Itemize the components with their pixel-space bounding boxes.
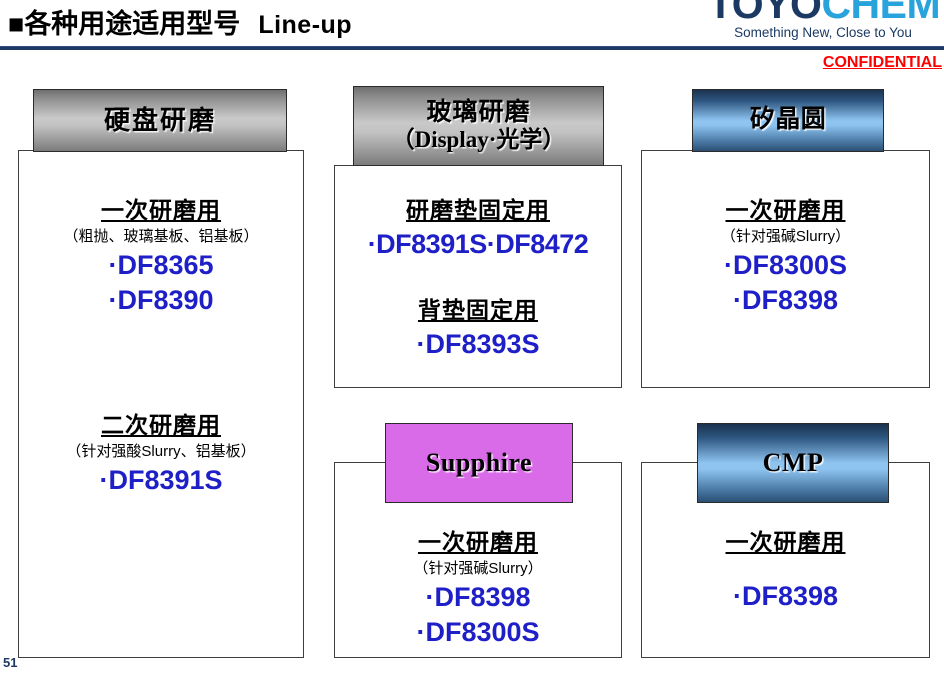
page-title: ■各种用途适用型号 Line-up (8, 2, 352, 41)
card-title-hdd-polishing: 硬盘研磨 (103, 104, 216, 135)
product-hdd-primary-2: ·DF8390 (108, 284, 214, 315)
use-label-cmp-primary: 一次研磨用 (725, 529, 846, 555)
page-number: 51 (3, 655, 18, 670)
product-cmp-primary-1: ·DF8398 (732, 580, 839, 611)
use-note-sapphire-primary: （针对强碱Slurry） (413, 559, 543, 577)
logo-wordmark: TOYOCHEM (708, 0, 941, 27)
card-section-cmp-primary: 一次研磨用 ·DF8398 (641, 528, 930, 613)
use-label-sapphire-primary: 一次研磨用 (418, 529, 538, 555)
product-sapphire-primary-1: ·DF8398 (425, 582, 531, 613)
use-note-hdd-primary: （粗抛、玻璃基板、铝基板） (63, 227, 259, 245)
use-label-hdd-primary: 一次研磨用 (101, 197, 221, 223)
use-note-hdd-secondary: （针对强酸Slurry、铝基板） (66, 442, 256, 460)
toyochem-logo: TOYOCHEM Something New, Close to You (708, 0, 941, 41)
use-note-silicon-primary: （针对强碱Slurry） (720, 227, 851, 245)
page-title-cn: 各种用途适用型号 (24, 9, 241, 39)
slide-canvas: ■各种用途适用型号 Line-up TOYOCHEM Something New,… (0, 0, 944, 674)
confidential-badge: CONFIDENTIAL (822, 54, 942, 71)
card-header-silicon-wafer[interactable]: 矽晶圆 (692, 89, 884, 152)
use-label-hdd-secondary: 二次研磨用 (101, 412, 221, 438)
title-divider (0, 46, 944, 50)
product-glass-pad-1: ·DF8391S·DF8472 (367, 228, 589, 259)
use-label-silicon-primary: 一次研磨用 (725, 197, 846, 223)
card-title-glass-polishing: 玻璃研磨 (426, 98, 531, 127)
card-section-glass-backing: 背垫固定用 ·DF8393S (334, 296, 622, 361)
card-section-glass-pad: 研磨垫固定用 ·DF8391S·DF8472 (334, 196, 622, 261)
use-label-glass-backing: 背垫固定用 (418, 297, 538, 323)
logo-text-chem: CHEM (821, 0, 941, 27)
page-title-en: Line-up (258, 11, 353, 39)
logo-tagline: Something New, Close to You (734, 25, 912, 40)
card-title-sapphire: Supphire (425, 448, 533, 478)
card-title-cmp: CMP (762, 448, 824, 478)
card-section-silicon-primary: 一次研磨用 （针对强碱Slurry） ·DF8300S ·DF8398 (641, 196, 930, 317)
card-section-hdd-primary: 一次研磨用 （粗抛、玻璃基板、铝基板） ·DF8365 ·DF8390 (18, 196, 304, 317)
card-header-glass-polishing[interactable]: 玻璃研磨 （Display·光学） (353, 86, 604, 166)
product-hdd-primary-1: ·DF8365 (108, 250, 214, 281)
title-bullet-icon: ■ (8, 9, 25, 39)
product-glass-backing-1: ·DF8393S (416, 328, 540, 359)
product-silicon-primary-1: ·DF8300S (723, 250, 848, 281)
product-hdd-secondary-1: ·DF8391S (99, 465, 223, 496)
product-sapphire-primary-2: ·DF8300S (416, 616, 540, 647)
product-silicon-primary-2: ·DF8398 (732, 284, 839, 315)
card-subtitle-glass-polishing: （Display·光学） (391, 127, 566, 153)
use-label-glass-pad: 研磨垫固定用 (406, 197, 550, 223)
card-header-sapphire[interactable]: Supphire (385, 423, 573, 503)
logo-text-toyo: TOYO (708, 0, 822, 27)
card-header-cmp[interactable]: CMP (697, 423, 889, 503)
card-section-sapphire-primary: 一次研磨用 （针对强碱Slurry） ·DF8398 ·DF8300S (334, 528, 622, 649)
card-title-silicon-wafer: 矽晶圆 (749, 106, 827, 134)
card-section-hdd-secondary: 二次研磨用 （针对强酸Slurry、铝基板） ·DF8391S (18, 411, 304, 498)
card-header-hdd-polishing[interactable]: 硬盘研磨 (33, 89, 287, 152)
